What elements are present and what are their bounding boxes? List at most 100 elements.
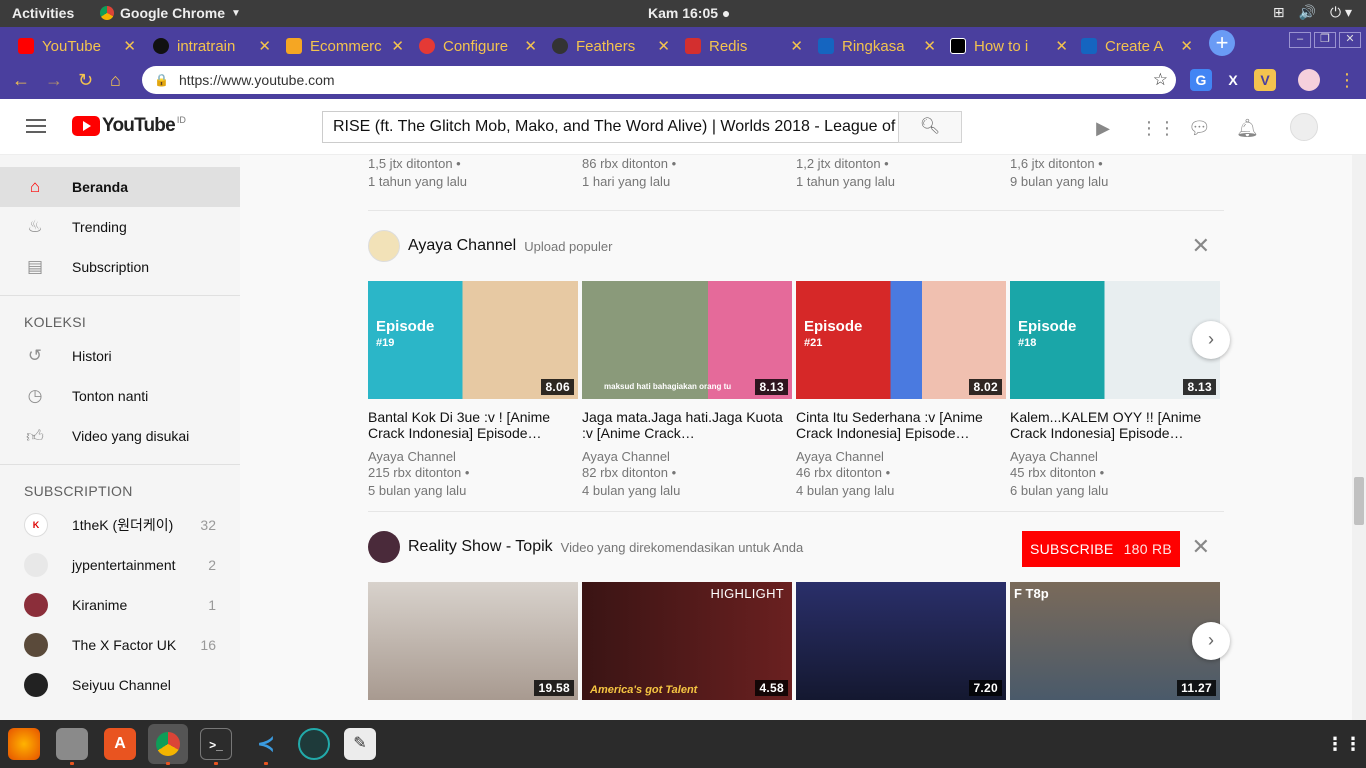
terminal-icon[interactable]: >_	[200, 728, 232, 760]
vue-extension-icon[interactable]: V	[1254, 69, 1276, 91]
tab-ringkasan[interactable]: Ringkasa ✕	[810, 31, 944, 61]
software-center-icon[interactable]: A	[104, 728, 136, 760]
video-card[interactable]: 7.20	[796, 582, 1006, 700]
video-thumbnail[interactable]: 7.20	[796, 582, 1006, 700]
close-tab-icon[interactable]: ✕	[1055, 37, 1068, 55]
channel-avatar[interactable]	[368, 230, 400, 262]
messages-icon[interactable]: 💬︎	[1188, 117, 1211, 139]
video-thumbnail[interactable]: F T8p 11.27	[1010, 582, 1220, 700]
new-tab-button[interactable]: +	[1209, 30, 1235, 56]
video-channel[interactable]: Ayaya Channel	[1010, 449, 1220, 464]
apps-grid-icon[interactable]: ⋮⋮	[1140, 117, 1176, 139]
tab-ecommerce[interactable]: Ecommerc ✕	[278, 31, 412, 61]
clock[interactable]: Kam 16:05 ●	[648, 5, 730, 21]
dismiss-shelf-icon[interactable]: ✕	[1192, 233, 1210, 259]
next-arrow-button[interactable]: ›	[1192, 321, 1230, 359]
video-channel[interactable]: Ayaya Channel	[796, 449, 1006, 464]
video-card[interactable]: Episode #18 8.13	[1010, 281, 1220, 399]
video-channel[interactable]: Ayaya Channel	[368, 449, 578, 464]
tab-youtube[interactable]: YouTube ✕	[10, 31, 144, 61]
scrollbar-thumb[interactable]	[1354, 477, 1364, 525]
x-extension-icon[interactable]: X	[1222, 69, 1244, 91]
video-card[interactable]: Episode #21 8.02	[796, 281, 1006, 399]
firefox-icon[interactable]	[8, 728, 40, 760]
channel-name[interactable]: Ayaya Channel	[408, 237, 516, 255]
home-icon[interactable]: ⌂	[110, 70, 121, 91]
profile-avatar-icon[interactable]	[1298, 69, 1320, 91]
reload-icon[interactable]: ↻	[78, 70, 93, 91]
create-video-icon[interactable]: ▶	[1092, 117, 1114, 139]
menu-dots-icon[interactable]: ⋮	[1338, 70, 1356, 91]
tab-how-to[interactable]: How to i ✕	[942, 31, 1076, 61]
chrome-dock-icon[interactable]	[148, 724, 188, 764]
channel-name[interactable]: Reality Show - Topik	[408, 538, 553, 556]
tab-configure[interactable]: Configure ✕	[411, 31, 545, 61]
sidebar-subscription-kiranime[interactable]: Kiranime 1	[0, 585, 240, 625]
files-icon[interactable]	[56, 728, 88, 760]
close-tab-icon[interactable]: ✕	[923, 37, 936, 55]
video-title[interactable]: Jaga mata.Jaga hati.Jaga Kuota :v [Anime…	[582, 409, 792, 441]
close-tab-icon[interactable]: ✕	[391, 37, 404, 55]
sidebar-subscription-jyp[interactable]: jypentertainment 2	[0, 545, 240, 585]
sidebar-item-subscription[interactable]: ▤ Subscription	[0, 247, 240, 287]
video-channel[interactable]: Ayaya Channel	[582, 449, 792, 464]
search-input[interactable]: RISE (ft. The Glitch Mob, Mako, and The …	[322, 111, 898, 143]
dismiss-shelf-icon[interactable]: ✕	[1192, 534, 1210, 560]
video-card[interactable]: F T8p 11.27	[1010, 582, 1220, 700]
translate-extension-icon[interactable]: G	[1190, 69, 1212, 91]
tab-intratrain[interactable]: intratrain ✕	[145, 31, 279, 61]
sidebar-subscription-xfactor[interactable]: The X Factor UK 16	[0, 625, 240, 665]
minimize-button[interactable]: –	[1289, 32, 1311, 48]
close-tab-icon[interactable]: ✕	[1180, 37, 1193, 55]
tab-redis[interactable]: Redis ✕	[677, 31, 811, 61]
subscribe-button[interactable]: SUBSCRIBE 180 RB	[1022, 531, 1180, 567]
video-card[interactable]: HIGHLIGHT America's got Talent 4.58	[582, 582, 792, 700]
youtube-logo[interactable]: YouTube ID	[72, 115, 186, 137]
next-arrow-button[interactable]: ›	[1192, 622, 1230, 660]
back-icon[interactable]: ←	[12, 70, 30, 91]
sidebar-subscription-1thek[interactable]: K 1theK (원더케이) 32	[0, 505, 240, 545]
video-thumbnail[interactable]: HIGHLIGHT America's got Talent 4.58	[582, 582, 792, 700]
vscode-icon[interactable]: ≺	[250, 728, 282, 760]
video-card[interactable]: Episode #19 8.06	[368, 281, 578, 399]
menu-icon[interactable]	[26, 119, 46, 133]
activities-button[interactable]: Activities	[12, 5, 74, 21]
sidebar-item-beranda[interactable]: ⌂ Beranda	[0, 167, 240, 207]
close-tab-icon[interactable]: ✕	[524, 37, 537, 55]
search-button[interactable]: 🔍︎	[898, 111, 962, 143]
tab-create[interactable]: Create A ✕	[1073, 31, 1201, 61]
sidebar-item-histori[interactable]: ↺ Histori	[0, 336, 240, 376]
tab-feathers[interactable]: Feathers ✕	[544, 31, 678, 61]
forward-icon[interactable]: →	[45, 70, 63, 91]
video-thumbnail[interactable]: maksud hati bahagiakan orang tu 8.13	[582, 281, 792, 399]
video-title[interactable]: Kalem...KALEM OYY !! [Anime Crack Indone…	[1010, 409, 1220, 441]
video-card[interactable]: maksud hati bahagiakan orang tu 8.13	[582, 281, 792, 399]
close-tab-icon[interactable]: ✕	[258, 37, 271, 55]
show-apps-icon[interactable]: ⋮⋮	[1326, 728, 1362, 760]
account-avatar[interactable]	[1290, 113, 1318, 141]
close-tab-icon[interactable]: ✕	[657, 37, 670, 55]
video-card[interactable]: 19.58	[368, 582, 578, 700]
video-title[interactable]: Bantal Kok Di 3ue :v ! [Anime Crack Indo…	[368, 409, 578, 441]
sidebar-item-tonton-nanti[interactable]: ◷ Tonton nanti	[0, 376, 240, 416]
app-menu[interactable]: Google Chrome ▼	[100, 5, 241, 21]
sidebar-item-video-disukai[interactable]: 👍︎ Video yang disukai	[0, 416, 240, 456]
video-thumbnail[interactable]: Episode #18 8.13	[1010, 281, 1220, 399]
sidebar-item-trending[interactable]: ♨ Trending	[0, 207, 240, 247]
gitkraken-icon[interactable]	[298, 728, 330, 760]
bookmark-star-icon[interactable]: ☆	[1153, 70, 1168, 90]
address-bar[interactable]: 🔒 https://www.youtube.com ☆	[142, 66, 1176, 94]
maximize-button[interactable]: ❐	[1314, 32, 1336, 48]
video-thumbnail[interactable]: 19.58	[368, 582, 578, 700]
text-editor-icon[interactable]: ✎	[344, 728, 376, 760]
system-tray[interactable]: ⊞ 🔊 ⏻ ▾	[1273, 4, 1352, 21]
close-tab-icon[interactable]: ✕	[123, 37, 136, 55]
video-thumbnail[interactable]: Episode #21 8.02	[796, 281, 1006, 399]
sidebar-subscription-seiyuu[interactable]: Seiyuu Channel	[0, 665, 240, 705]
video-thumbnail[interactable]: Episode #19 8.06	[368, 281, 578, 399]
page-scrollbar[interactable]	[1352, 155, 1366, 720]
close-tab-icon[interactable]: ✕	[790, 37, 803, 55]
close-window-button[interactable]: ✕	[1339, 32, 1361, 48]
notifications-bell-icon[interactable]: 🔔︎	[1236, 117, 1259, 139]
video-title[interactable]: Cinta Itu Sederhana :v [Anime Crack Indo…	[796, 409, 1006, 441]
